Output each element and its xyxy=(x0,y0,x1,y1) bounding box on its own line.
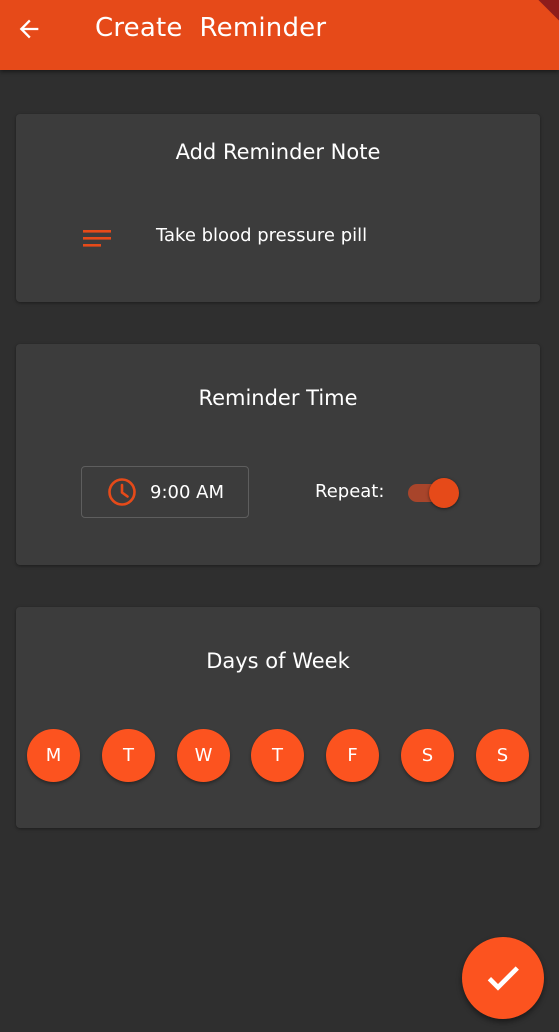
day-button-sunday[interactable]: S xyxy=(476,729,529,782)
day-button-wednesday[interactable]: W xyxy=(177,729,230,782)
days-card-title: Days of Week xyxy=(206,649,350,673)
time-value: 9:00 AM xyxy=(150,481,224,503)
arrow-left-icon xyxy=(15,15,43,43)
day-button-friday[interactable]: F xyxy=(326,729,379,782)
repeat-label: Repeat: xyxy=(315,481,385,502)
time-picker-button[interactable]: 9:00 AM xyxy=(81,466,249,518)
reminder-note-text[interactable]: Take blood pressure pill xyxy=(156,225,367,246)
save-reminder-button[interactable] xyxy=(462,937,544,1019)
back-button[interactable] xyxy=(12,12,46,46)
notes-icon xyxy=(82,224,112,254)
check-icon xyxy=(483,958,523,998)
debug-banner xyxy=(526,0,559,30)
reminder-time-card: Reminder Time 9:00 AM Repeat: xyxy=(16,344,540,565)
app-bar: Create Reminder xyxy=(0,0,559,70)
time-card-title: Reminder Time xyxy=(198,386,358,410)
clock-icon xyxy=(106,476,138,508)
days-of-week-card: Days of Week M T W T F S S xyxy=(16,607,540,828)
toggle-thumb xyxy=(429,478,459,508)
day-button-thursday[interactable]: T xyxy=(251,729,304,782)
reminder-note-card: Add Reminder Note Take blood pressure pi… xyxy=(16,114,540,302)
days-row: M T W T F S S xyxy=(16,729,540,783)
note-card-title: Add Reminder Note xyxy=(175,140,381,164)
day-button-saturday[interactable]: S xyxy=(401,729,454,782)
day-button-tuesday[interactable]: T xyxy=(102,729,155,782)
day-button-monday[interactable]: M xyxy=(27,729,80,782)
page-title: Create Reminder xyxy=(95,13,327,43)
repeat-toggle[interactable] xyxy=(406,477,462,509)
